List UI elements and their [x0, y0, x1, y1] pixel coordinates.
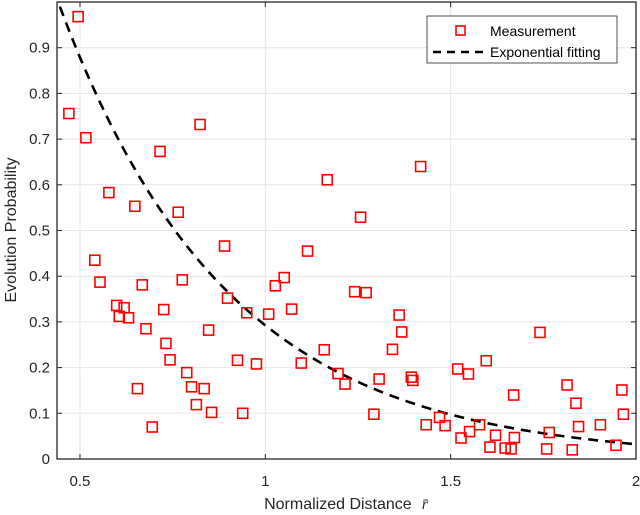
y-tick-label: 0.3 [29, 314, 50, 331]
y-tick-label: 0.9 [29, 40, 50, 57]
y-axis-label: Evolution Probability [3, 158, 20, 303]
x-axis-label-symbol: r̄ [422, 496, 429, 513]
y-tick-label: 0.4 [29, 268, 50, 285]
x-tick-label: 2 [632, 473, 640, 490]
x-axis-label: Normalized Distance r̄ [264, 496, 429, 513]
legend: Measurement Exponential fitting [426, 15, 618, 64]
x-tick-label: 0.5 [70, 473, 91, 490]
legend-fit-label: Exponential fitting [490, 44, 601, 60]
x-axis-label-text: Normalized Distance [264, 496, 412, 513]
x-tick-label: 1.5 [440, 473, 461, 490]
y-tick-label: 0.7 [29, 131, 50, 148]
y-tick-label: 0.2 [29, 360, 50, 377]
legend-measurement-label: Measurement [490, 23, 576, 39]
scatter-chart: 0.5 1 1.5 2 0 0.1 0.2 0.3 0.4 0.5 0.6 0.7 0.8 0.9 No… [0, 0, 640, 515]
y-tick-label: 0.1 [29, 405, 50, 422]
y-tick-label: 0.8 [29, 85, 50, 102]
y-tick-label: 0.5 [29, 223, 50, 240]
y-tick-label: 0 [42, 451, 50, 468]
y-tick-label: 0.6 [29, 177, 50, 194]
x-tick-label: 1 [261, 473, 269, 490]
